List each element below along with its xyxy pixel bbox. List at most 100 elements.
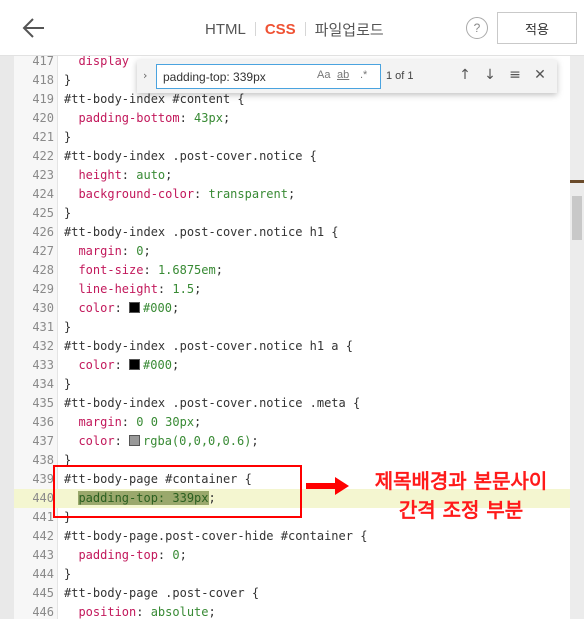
code-token: absolute xyxy=(150,605,209,619)
code-line[interactable]: 427 margin: 0; xyxy=(14,242,570,261)
code-token: 1.5 xyxy=(172,282,195,296)
code-token: #tt-body-page .post-cover { xyxy=(64,586,260,600)
line-number: 432 xyxy=(32,339,54,353)
code-text: color: #000; xyxy=(64,299,179,318)
code-line[interactable]: 425} xyxy=(14,204,570,223)
code-token: transparent xyxy=(208,187,288,201)
code-token: : xyxy=(114,434,130,448)
code-line[interactable]: 421} xyxy=(14,128,570,147)
code-line[interactable]: 431} xyxy=(14,318,570,337)
code-text: margin: 0; xyxy=(64,242,151,261)
code-line[interactable]: 426 #tt-body-index .post-cover.notice h1 … xyxy=(14,223,570,242)
code-token: padding-bottom xyxy=(64,111,180,125)
code-token: ; xyxy=(143,244,151,258)
editor-tabs: HTML CSS 파일업로드 xyxy=(205,19,384,39)
annotation-line-2: 간격 조정 부분 xyxy=(398,498,524,522)
line-number: 442 xyxy=(32,529,54,543)
line-number: 427 xyxy=(32,244,54,258)
color-swatch[interactable] xyxy=(129,359,141,370)
line-number: 433 xyxy=(32,358,54,372)
tab-divider xyxy=(254,22,256,36)
code-line[interactable]: 435 #tt-body-index .post-cover.notice .me… xyxy=(14,394,570,413)
code-token: : xyxy=(179,111,195,125)
code-line[interactable]: 446 position: absolute; xyxy=(14,603,570,619)
arrow-up-icon[interactable]: ↑ xyxy=(457,67,473,85)
code-token: } xyxy=(64,377,72,391)
whole-word-option[interactable]: ab xyxy=(337,69,349,81)
code-token: : xyxy=(157,548,173,562)
line-number: 437 xyxy=(32,434,54,448)
code-token: : xyxy=(143,263,158,277)
code-text: line-height: 1.5; xyxy=(64,280,201,299)
line-number: 426 xyxy=(32,225,54,239)
code-text: #tt-body-index .post-cover.notice h1 a { xyxy=(64,337,353,356)
line-number: 444 xyxy=(32,567,54,581)
toggle-replace-icon[interactable]: › xyxy=(143,69,147,82)
arrow-down-icon[interactable]: ↓ xyxy=(482,67,498,85)
code-line[interactable]: 436 margin: 0 0 30px; xyxy=(14,413,570,432)
code-token: ; xyxy=(194,282,202,296)
code-line[interactable]: 437 color: rgba(0,0,0,0.6); xyxy=(14,432,570,451)
tab-css[interactable]: CSS xyxy=(265,21,296,38)
code-line[interactable]: 445 #tt-body-page .post-cover { xyxy=(14,584,570,603)
code-line[interactable]: 442 #tt-body-page.post-cover-hide #contai… xyxy=(14,527,570,546)
line-number: 438 xyxy=(32,453,54,467)
color-swatch[interactable] xyxy=(129,435,141,446)
code-line[interactable]: 444} xyxy=(14,565,570,584)
code-line[interactable]: 430 color: #000; xyxy=(14,299,570,318)
code-token: #000 xyxy=(143,301,172,315)
code-text: color: #000; xyxy=(64,356,179,375)
code-line[interactable]: 423 height: auto; xyxy=(14,166,570,185)
code-token: #000 xyxy=(143,358,172,372)
line-number: 418 xyxy=(32,73,54,87)
code-line[interactable]: 422 #tt-body-index .post-cover.notice { xyxy=(14,147,570,166)
back-arrow-icon[interactable] xyxy=(20,14,48,42)
code-token: #tt-body-index #content { xyxy=(64,92,245,106)
tab-html[interactable]: HTML xyxy=(205,21,246,38)
code-text: } xyxy=(64,71,71,90)
code-line[interactable]: 432 #tt-body-index .post-cover.notice h1 … xyxy=(14,337,570,356)
match-case-option[interactable]: Aa xyxy=(317,69,330,81)
code-line[interactable]: 429 line-height: 1.5; xyxy=(14,280,570,299)
regex-option[interactable]: .* xyxy=(360,69,367,81)
find-widget: › Aa ab .* 1 of 1 ↑ ↓ ≡ ✕ xyxy=(137,60,557,93)
code-line[interactable]: 428 font-size: 1.6875em; xyxy=(14,261,570,280)
help-icon[interactable]: ? xyxy=(466,17,488,39)
line-number: 431 xyxy=(32,320,54,334)
code-line[interactable]: 434} xyxy=(14,375,570,394)
code-token: ; xyxy=(179,548,187,562)
css-code-editor[interactable]: 417 display 418} 419 #tt-body-index #conten… xyxy=(14,56,570,619)
scrollbar-thumb[interactable] xyxy=(572,196,582,240)
line-number: 422 xyxy=(32,149,54,163)
code-token: } xyxy=(64,567,72,581)
code-token: #tt-body-index .post-cover.notice h1 { xyxy=(64,225,339,239)
apply-button[interactable]: 적용 xyxy=(497,12,577,44)
code-token: } xyxy=(64,320,72,334)
vertical-scrollbar[interactable] xyxy=(570,56,584,619)
line-number: 446 xyxy=(32,605,54,619)
code-token: ; xyxy=(215,263,223,277)
color-swatch[interactable] xyxy=(129,302,141,313)
code-text: } xyxy=(64,565,71,584)
editor-header: HTML CSS 파일업로드 ? 적용 xyxy=(0,0,584,56)
code-text: #tt-body-index .post-cover.notice { xyxy=(64,147,317,166)
close-icon[interactable]: ✕ xyxy=(532,67,548,85)
code-token: ; xyxy=(194,415,202,429)
find-in-selection-icon[interactable]: ≡ xyxy=(507,67,523,85)
code-text: } xyxy=(64,375,71,394)
code-text: font-size: 1.6875em; xyxy=(64,261,223,280)
code-token: 0 xyxy=(172,548,180,562)
code-text: height: auto; xyxy=(64,166,172,185)
code-text: color: rgba(0,0,0,0.6); xyxy=(64,432,258,451)
code-token: background-color xyxy=(64,187,195,201)
code-token: color xyxy=(64,434,115,448)
code-token: ; xyxy=(287,187,296,201)
code-line[interactable]: 424 background-color: transparent; xyxy=(14,185,570,204)
line-number: 445 xyxy=(32,586,54,600)
code-line[interactable]: 433 color: #000; xyxy=(14,356,570,375)
tab-file-upload[interactable]: 파일업로드 xyxy=(315,19,384,40)
code-token: color xyxy=(64,301,115,315)
code-line[interactable]: 443 padding-top: 0; xyxy=(14,546,570,565)
code-token: 1.6875em xyxy=(157,263,216,277)
code-line[interactable]: 420 padding-bottom: 43px; xyxy=(14,109,570,128)
